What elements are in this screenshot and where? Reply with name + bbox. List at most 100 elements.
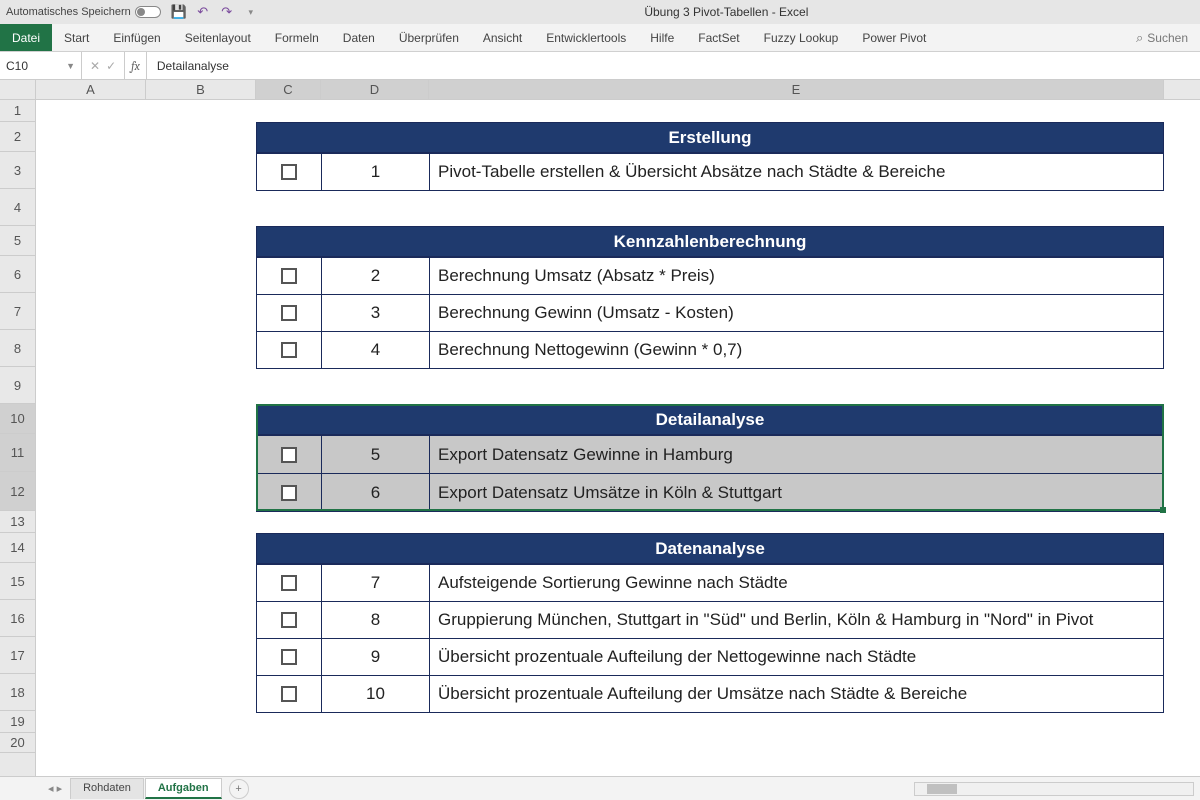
ribbon-tab-formeln[interactable]: Formeln (263, 24, 331, 51)
sheet-nav-arrows[interactable]: ◂ ▸ (40, 782, 70, 795)
horizontal-scrollbar[interactable] (914, 782, 1194, 796)
task-number: 1 (322, 154, 430, 190)
ribbon-tab-daten[interactable]: Daten (331, 24, 387, 51)
row-header-11[interactable]: 11 (0, 434, 35, 472)
task-row[interactable]: 9Übersicht prozentuale Aufteilung der Ne… (257, 638, 1163, 675)
task-row[interactable]: 2Berechnung Umsatz (Absatz * Preis) (257, 257, 1163, 294)
enter-formula-icon[interactable]: ✓ (106, 59, 116, 73)
sheet-tab-rohdaten[interactable]: Rohdaten (70, 778, 144, 799)
task-description: Gruppierung München, Stuttgart in "Süd" … (430, 602, 1163, 638)
checkbox-icon[interactable] (281, 164, 297, 180)
ribbon-tab-fuzzy lookup[interactable]: Fuzzy Lookup (752, 24, 851, 51)
row-header-15[interactable]: 15 (0, 563, 35, 600)
row-header-8[interactable]: 8 (0, 330, 35, 367)
task-checkbox-cell[interactable] (257, 295, 322, 331)
row-header-4[interactable]: 4 (0, 189, 35, 226)
task-row[interactable]: 8Gruppierung München, Stuttgart in "Süd"… (257, 601, 1163, 638)
ribbon-tab-seitenlayout[interactable]: Seitenlayout (173, 24, 263, 51)
toggle-switch-icon[interactable] (135, 6, 161, 18)
document-title: Übung 3 Pivot-Tabellen - Excel (259, 5, 1194, 19)
row-header-12[interactable]: 12 (0, 472, 35, 511)
task-row[interactable]: 7Aufsteigende Sortierung Gewinne nach St… (257, 564, 1163, 601)
checkbox-icon[interactable] (281, 612, 297, 628)
select-all-corner[interactable] (0, 80, 36, 99)
task-checkbox-cell[interactable] (257, 258, 322, 294)
ribbon-tab-überprüfen[interactable]: Überprüfen (387, 24, 471, 51)
task-row[interactable]: 1Pivot-Tabelle erstellen & Übersicht Abs… (257, 153, 1163, 190)
row-header-5[interactable]: 5 (0, 226, 35, 256)
cells-area[interactable]: Erstellung1Pivot-Tabelle erstellen & Übe… (36, 100, 1200, 776)
task-checkbox-cell[interactable] (257, 565, 322, 601)
row-header-20[interactable]: 20 (0, 733, 35, 753)
checkbox-icon[interactable] (281, 485, 297, 501)
row-header-6[interactable]: 6 (0, 256, 35, 293)
checkbox-icon[interactable] (281, 305, 297, 321)
row-header-19[interactable]: 19 (0, 711, 35, 733)
task-row[interactable]: 5Export Datensatz Gewinne in Hamburg (257, 435, 1163, 473)
checkbox-icon[interactable] (281, 268, 297, 284)
add-sheet-button[interactable]: + (229, 779, 249, 799)
task-row[interactable]: 6Export Datensatz Umsätze in Köln & Stut… (257, 473, 1163, 511)
column-header-A[interactable]: A (36, 80, 146, 99)
checkbox-icon[interactable] (281, 447, 297, 463)
redo-icon[interactable]: ↷ (219, 4, 235, 20)
row-header-1[interactable]: 1 (0, 100, 35, 122)
ribbon-tab-factset[interactable]: FactSet (686, 24, 751, 51)
ribbon-tab-power pivot[interactable]: Power Pivot (850, 24, 938, 51)
task-row[interactable]: 4Berechnung Nettogewinn (Gewinn * 0,7) (257, 331, 1163, 368)
task-description: Übersicht prozentuale Aufteilung der Net… (430, 639, 1163, 675)
task-description: Aufsteigende Sortierung Gewinne nach Stä… (430, 565, 1163, 601)
row-header-10[interactable]: 10 (0, 404, 35, 434)
task-block-3: Datenanalyse7Aufsteigende Sortierung Gew… (256, 533, 1164, 713)
formula-bar-row: C10 ▼ ✕ ✓ fx Detailanalyse (0, 52, 1200, 80)
sheet-tab-aufgaben[interactable]: Aufgaben (145, 778, 222, 799)
ribbon-tab-datei[interactable]: Datei (0, 24, 52, 51)
task-checkbox-cell[interactable] (257, 332, 322, 368)
cancel-formula-icon[interactable]: ✕ (90, 59, 100, 73)
task-row[interactable]: 3Berechnung Gewinn (Umsatz - Kosten) (257, 294, 1163, 331)
row-header-18[interactable]: 18 (0, 674, 35, 711)
ribbon-tab-start[interactable]: Start (52, 24, 101, 51)
row-header-16[interactable]: 16 (0, 600, 35, 637)
row-header-7[interactable]: 7 (0, 293, 35, 330)
task-checkbox-cell[interactable] (257, 639, 322, 675)
name-box[interactable]: C10 ▼ (0, 52, 82, 79)
ribbon-search[interactable]: ⌕Suchen (1124, 24, 1200, 51)
task-checkbox-cell[interactable] (257, 676, 322, 712)
undo-icon[interactable]: ↶ (195, 4, 211, 20)
formula-bar-input[interactable]: Detailanalyse (147, 59, 239, 73)
task-row[interactable]: 10Übersicht prozentuale Aufteilung der U… (257, 675, 1163, 712)
row-header-17[interactable]: 17 (0, 637, 35, 674)
fx-icon[interactable]: fx (125, 52, 147, 79)
task-checkbox-cell[interactable] (257, 474, 322, 511)
task-number: 2 (322, 258, 430, 294)
autosave-toggle[interactable]: Automatisches Speichern (6, 6, 161, 18)
ribbon-tab-ansicht[interactable]: Ansicht (471, 24, 534, 51)
column-header-D[interactable]: D (321, 80, 429, 99)
task-block-2: Detailanalyse5Export Datensatz Gewinne i… (256, 404, 1164, 512)
row-header-14[interactable]: 14 (0, 533, 35, 563)
row-header-13[interactable]: 13 (0, 511, 35, 533)
checkbox-icon[interactable] (281, 575, 297, 591)
task-description: Export Datensatz Umsätze in Köln & Stutt… (430, 474, 1163, 511)
ribbon-tab-einfügen[interactable]: Einfügen (101, 24, 172, 51)
ribbon-tab-entwicklertools[interactable]: Entwicklertools (534, 24, 638, 51)
task-number: 7 (322, 565, 430, 601)
column-header-B[interactable]: B (146, 80, 256, 99)
save-icon[interactable]: 💾 (171, 4, 187, 20)
ribbon-tab-hilfe[interactable]: Hilfe (638, 24, 686, 51)
row-header-2[interactable]: 2 (0, 122, 35, 152)
row-header-9[interactable]: 9 (0, 367, 35, 404)
checkbox-icon[interactable] (281, 342, 297, 358)
row-header-3[interactable]: 3 (0, 152, 35, 189)
column-header-E[interactable]: E (429, 80, 1164, 99)
checkbox-icon[interactable] (281, 649, 297, 665)
qat-dropdown-icon[interactable]: ▾ (243, 4, 259, 20)
task-checkbox-cell[interactable] (257, 154, 322, 190)
column-header-C[interactable]: C (256, 80, 321, 99)
task-checkbox-cell[interactable] (257, 436, 322, 473)
chevron-down-icon[interactable]: ▼ (66, 61, 75, 71)
checkbox-icon[interactable] (281, 686, 297, 702)
row-headers: 1234567891011121314151617181920 (0, 100, 36, 776)
task-checkbox-cell[interactable] (257, 602, 322, 638)
